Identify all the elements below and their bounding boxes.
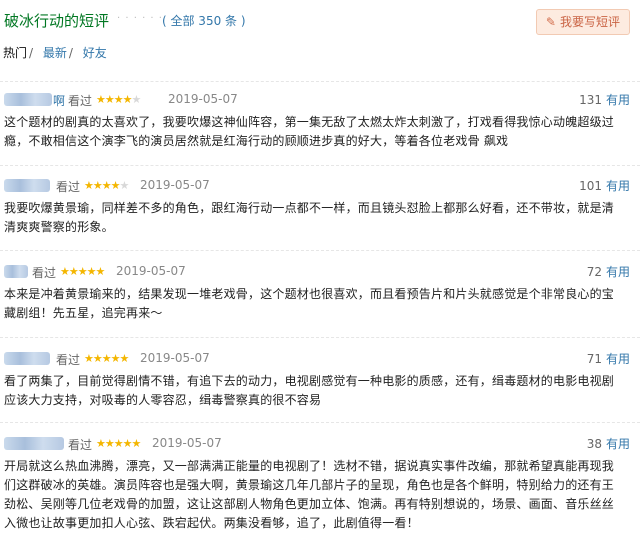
star-rating: ★★★★★ — [84, 179, 129, 192]
divider — [0, 250, 640, 251]
star-rating: ★★★★★ — [96, 93, 141, 106]
star-icon: ★ — [131, 93, 141, 106]
vote-area: 38 有用 — [587, 435, 630, 452]
all-comments-link[interactable]: ( 全部 350 条 ) — [162, 12, 246, 29]
comment-text: 这个题材的剧真的太喜欢了，我要吹爆这神仙阵容，第一集无敌了太燃太炸太刺激了，打戏… — [4, 115, 615, 148]
divider — [0, 165, 640, 166]
star-rating: ★★★★★ — [60, 265, 105, 278]
comment-text: 开局就这么热血沸腾，漂亮，又一部满满正能量的电视剧了！选材不错，据说真实事件改编… — [4, 459, 615, 530]
useful-button[interactable]: 有用 — [606, 265, 630, 279]
useful-button[interactable]: 有用 — [606, 179, 630, 193]
useful-button[interactable]: 有用 — [606, 437, 630, 451]
vote-area: 71 有用 — [587, 350, 630, 367]
star-icon: ★★★★★ — [60, 265, 105, 278]
vote-count: 101 — [579, 179, 602, 193]
comment-date: 2019-05-07 — [152, 436, 222, 450]
tab-separator: / — [29, 46, 34, 60]
vote-area: 72 有用 — [587, 263, 630, 280]
watched-label: 看过 — [56, 180, 81, 194]
comments-header: 破冰行动的短评 · · · · · · ( 全部 350 条 ) ✎ 我要写短评 — [4, 9, 632, 35]
comment-text: 本来是冲着黄景瑜来的，结果发现一堆老戏骨，这个题材也很喜欢，而且看预告片和片头就… — [4, 287, 615, 320]
star-rating: ★★★★★ — [96, 437, 141, 450]
divider — [0, 337, 640, 338]
star-icon: ★ — [119, 179, 129, 192]
username-blurred[interactable] — [4, 352, 50, 365]
pencil-icon: ✎ — [545, 15, 556, 29]
username-blurred[interactable] — [4, 179, 50, 192]
username-blurred[interactable] — [4, 437, 64, 450]
write-comment-button[interactable]: ✎ 我要写短评 — [535, 9, 630, 35]
section-title: 破冰行动的短评 — [4, 12, 110, 30]
comment-text: 看了两集了，目前觉得剧情不错，有追下去的动力，电视剧感觉有一种电影的质感，还有，… — [4, 374, 615, 407]
comment-date: 2019-05-07 — [168, 92, 238, 106]
watched-label: 看过 — [68, 438, 93, 452]
star-icon: ★★★★ — [96, 93, 132, 106]
watched-label: 看过 — [56, 353, 81, 367]
write-comment-label: 我要写短评 — [559, 15, 620, 29]
username-blurred[interactable] — [4, 93, 52, 106]
tab-hot[interactable]: 热门 — [3, 46, 27, 60]
vote-count: 38 — [586, 437, 602, 451]
vote-area: 101 有用 — [579, 177, 630, 194]
vote-count: 131 — [579, 93, 602, 107]
vote-area: 131 有用 — [579, 91, 630, 108]
title-dots: · · · · · · — [117, 13, 163, 24]
tab-friends[interactable]: 好友 — [83, 46, 107, 60]
star-icon: ★★★★★ — [84, 352, 129, 365]
vote-count: 71 — [586, 352, 602, 366]
divider — [0, 422, 640, 423]
comment-text: 我要吹爆黄景瑜，同样差不多的角色，跟红海行动一点都不一样，而且镜头怼脸上都那么好… — [4, 201, 615, 234]
tab-separator: / — [68, 46, 73, 60]
useful-button[interactable]: 有用 — [606, 93, 630, 107]
username-fragment[interactable]: 啊 — [53, 92, 65, 109]
vote-count: 72 — [586, 265, 602, 279]
tab-latest[interactable]: 最新 — [43, 46, 67, 60]
sort-tabs: 热门 / 最新 / 好友 — [3, 44, 107, 61]
username-blurred[interactable] — [4, 265, 28, 278]
star-rating: ★★★★★ — [84, 352, 129, 365]
watched-label: 看过 — [68, 94, 93, 108]
comment-date: 2019-05-07 — [140, 351, 210, 365]
divider — [0, 81, 640, 82]
star-icon: ★★★★ — [84, 179, 120, 192]
watched-label: 看过 — [32, 266, 57, 280]
comment-date: 2019-05-07 — [140, 178, 210, 192]
comment-date: 2019-05-07 — [116, 264, 186, 278]
useful-button[interactable]: 有用 — [606, 352, 630, 366]
star-icon: ★★★★★ — [96, 437, 141, 450]
